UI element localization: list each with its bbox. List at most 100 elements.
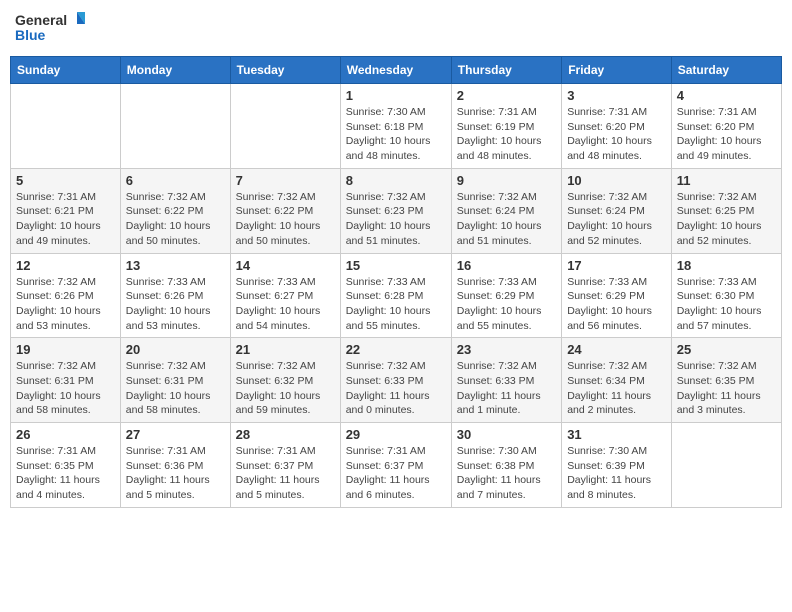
cell-info-text: Sunrise: 7:33 AM Sunset: 6:29 PM Dayligh… [457,275,556,334]
calendar-cell: 3 Sunrise: 7:31 AM Sunset: 6:20 PM Daylig… [562,84,672,169]
cell-date-number: 12 [16,258,115,273]
calendar-week-row: 1Sunrise: 7:30 AM Sunset: 6:18 PM Daylig… [11,84,782,169]
weekday-header-thursday: Thursday [451,57,561,84]
weekday-header-friday: Friday [562,57,672,84]
calendar-cell: 21 Sunrise: 7:32 AM Sunset: 6:32 PM Dayli… [230,338,340,423]
cell-info-text: Sunrise: 7:31 AM Sunset: 6:37 PM Dayligh… [346,444,446,503]
cell-date-number: 30 [457,427,556,442]
cell-date-number: 26 [16,427,115,442]
cell-info-text: Sunrise: 7:32 AM Sunset: 6:31 PM Dayligh… [16,359,115,418]
cell-date-number: 21 [236,342,335,357]
cell-info-text: Sunrise: 7:32 AM Sunset: 6:35 PM Dayligh… [677,359,776,418]
cell-date-number: 28 [236,427,335,442]
cell-date-number: 6 [126,173,225,188]
logo: General Blue [15,10,85,46]
calendar-cell: 7 Sunrise: 7:32 AM Sunset: 6:22 PM Daylig… [230,168,340,253]
calendar-week-row: 19 Sunrise: 7:32 AM Sunset: 6:31 PM Dayli… [11,338,782,423]
cell-info-text: Sunrise: 7:33 AM Sunset: 6:26 PM Dayligh… [126,275,225,334]
calendar-cell: 13 Sunrise: 7:33 AM Sunset: 6:26 PM Dayli… [120,253,230,338]
cell-info-text: Sunrise: 7:32 AM Sunset: 6:24 PM Dayligh… [567,190,666,249]
calendar-week-row: 26 Sunrise: 7:31 AM Sunset: 6:35 PM Dayli… [11,423,782,508]
cell-date-number: 2 [457,88,556,103]
cell-date-number: 22 [346,342,446,357]
cell-date-number: 7 [236,173,335,188]
cell-date-number: 23 [457,342,556,357]
weekday-header-wednesday: Wednesday [340,57,451,84]
calendar-cell: 14 Sunrise: 7:33 AM Sunset: 6:27 PM Dayli… [230,253,340,338]
cell-info-text: Sunrise: 7:31 AM Sunset: 6:36 PM Dayligh… [126,444,225,503]
cell-info-text: Sunrise: 7:32 AM Sunset: 6:34 PM Dayligh… [567,359,666,418]
calendar-cell: 22Sunrise: 7:32 AM Sunset: 6:33 PM Dayli… [340,338,451,423]
calendar-cell: 11 Sunrise: 7:32 AM Sunset: 6:25 PM Dayli… [671,168,781,253]
calendar-week-row: 12Sunrise: 7:32 AM Sunset: 6:26 PM Dayli… [11,253,782,338]
cell-date-number: 9 [457,173,556,188]
calendar-cell: 2 Sunrise: 7:31 AM Sunset: 6:19 PM Daylig… [451,84,561,169]
cell-date-number: 5 [16,173,115,188]
cell-info-text: Sunrise: 7:32 AM Sunset: 6:31 PM Dayligh… [126,359,225,418]
calendar-cell: 26 Sunrise: 7:31 AM Sunset: 6:35 PM Dayli… [11,423,121,508]
calendar-cell: 5 Sunrise: 7:31 AM Sunset: 6:21 PM Daylig… [11,168,121,253]
calendar-cell: 20Sunrise: 7:32 AM Sunset: 6:31 PM Dayli… [120,338,230,423]
cell-date-number: 8 [346,173,446,188]
cell-info-text: Sunrise: 7:32 AM Sunset: 6:25 PM Dayligh… [677,190,776,249]
calendar-cell: 4 Sunrise: 7:31 AM Sunset: 6:20 PM Daylig… [671,84,781,169]
cell-info-text: Sunrise: 7:33 AM Sunset: 6:28 PM Dayligh… [346,275,446,334]
cell-info-text: Sunrise: 7:30 AM Sunset: 6:18 PM Dayligh… [346,105,446,164]
svg-text:General: General [15,12,67,28]
cell-date-number: 29 [346,427,446,442]
calendar-cell: 18 Sunrise: 7:33 AM Sunset: 6:30 PM Dayli… [671,253,781,338]
cell-info-text: Sunrise: 7:30 AM Sunset: 6:38 PM Dayligh… [457,444,556,503]
calendar-cell: 10 Sunrise: 7:32 AM Sunset: 6:24 PM Dayli… [562,168,672,253]
calendar-cell: 23Sunrise: 7:32 AM Sunset: 6:33 PM Dayli… [451,338,561,423]
cell-info-text: Sunrise: 7:31 AM Sunset: 6:20 PM Dayligh… [567,105,666,164]
calendar-cell: 29 Sunrise: 7:31 AM Sunset: 6:37 PM Dayli… [340,423,451,508]
calendar-cell: 27 Sunrise: 7:31 AM Sunset: 6:36 PM Dayli… [120,423,230,508]
cell-date-number: 14 [236,258,335,273]
calendar-cell: 19 Sunrise: 7:32 AM Sunset: 6:31 PM Dayli… [11,338,121,423]
cell-info-text: Sunrise: 7:32 AM Sunset: 6:23 PM Dayligh… [346,190,446,249]
calendar-cell: 15 Sunrise: 7:33 AM Sunset: 6:28 PM Dayli… [340,253,451,338]
weekday-header-monday: Monday [120,57,230,84]
cell-date-number: 17 [567,258,666,273]
cell-info-text: Sunrise: 7:33 AM Sunset: 6:27 PM Dayligh… [236,275,335,334]
cell-date-number: 13 [126,258,225,273]
calendar-cell [120,84,230,169]
cell-date-number: 31 [567,427,666,442]
cell-date-number: 3 [567,88,666,103]
cell-info-text: Sunrise: 7:32 AM Sunset: 6:22 PM Dayligh… [236,190,335,249]
calendar-cell: 12Sunrise: 7:32 AM Sunset: 6:26 PM Dayli… [11,253,121,338]
cell-info-text: Sunrise: 7:31 AM Sunset: 6:35 PM Dayligh… [16,444,115,503]
cell-date-number: 18 [677,258,776,273]
cell-date-number: 27 [126,427,225,442]
cell-date-number: 24 [567,342,666,357]
cell-info-text: Sunrise: 7:31 AM Sunset: 6:20 PM Dayligh… [677,105,776,164]
cell-date-number: 10 [567,173,666,188]
cell-info-text: Sunrise: 7:33 AM Sunset: 6:29 PM Dayligh… [567,275,666,334]
cell-info-text: Sunrise: 7:32 AM Sunset: 6:32 PM Dayligh… [236,359,335,418]
cell-info-text: Sunrise: 7:31 AM Sunset: 6:19 PM Dayligh… [457,105,556,164]
calendar-week-row: 5 Sunrise: 7:31 AM Sunset: 6:21 PM Daylig… [11,168,782,253]
calendar-cell [11,84,121,169]
cell-date-number: 19 [16,342,115,357]
svg-text:Blue: Blue [15,27,46,43]
cell-info-text: Sunrise: 7:31 AM Sunset: 6:21 PM Dayligh… [16,190,115,249]
calendar-cell: 25Sunrise: 7:32 AM Sunset: 6:35 PM Dayli… [671,338,781,423]
calendar-cell: 1Sunrise: 7:30 AM Sunset: 6:18 PM Daylig… [340,84,451,169]
calendar-cell: 6 Sunrise: 7:32 AM Sunset: 6:22 PM Daylig… [120,168,230,253]
cell-date-number: 4 [677,88,776,103]
cell-info-text: Sunrise: 7:33 AM Sunset: 6:30 PM Dayligh… [677,275,776,334]
calendar-cell: 30 Sunrise: 7:30 AM Sunset: 6:38 PM Dayli… [451,423,561,508]
cell-date-number: 11 [677,173,776,188]
cell-date-number: 16 [457,258,556,273]
calendar-table: SundayMondayTuesdayWednesdayThursdayFrid… [10,56,782,508]
calendar-cell: 24 Sunrise: 7:32 AM Sunset: 6:34 PM Dayli… [562,338,672,423]
weekday-header-saturday: Saturday [671,57,781,84]
logo-svg: General Blue [15,10,85,46]
cell-info-text: Sunrise: 7:31 AM Sunset: 6:37 PM Dayligh… [236,444,335,503]
page-header: General Blue [10,10,782,46]
cell-date-number: 15 [346,258,446,273]
weekday-header-row: SundayMondayTuesdayWednesdayThursdayFrid… [11,57,782,84]
cell-info-text: Sunrise: 7:32 AM Sunset: 6:22 PM Dayligh… [126,190,225,249]
calendar-cell: 28 Sunrise: 7:31 AM Sunset: 6:37 PM Dayli… [230,423,340,508]
weekday-header-tuesday: Tuesday [230,57,340,84]
